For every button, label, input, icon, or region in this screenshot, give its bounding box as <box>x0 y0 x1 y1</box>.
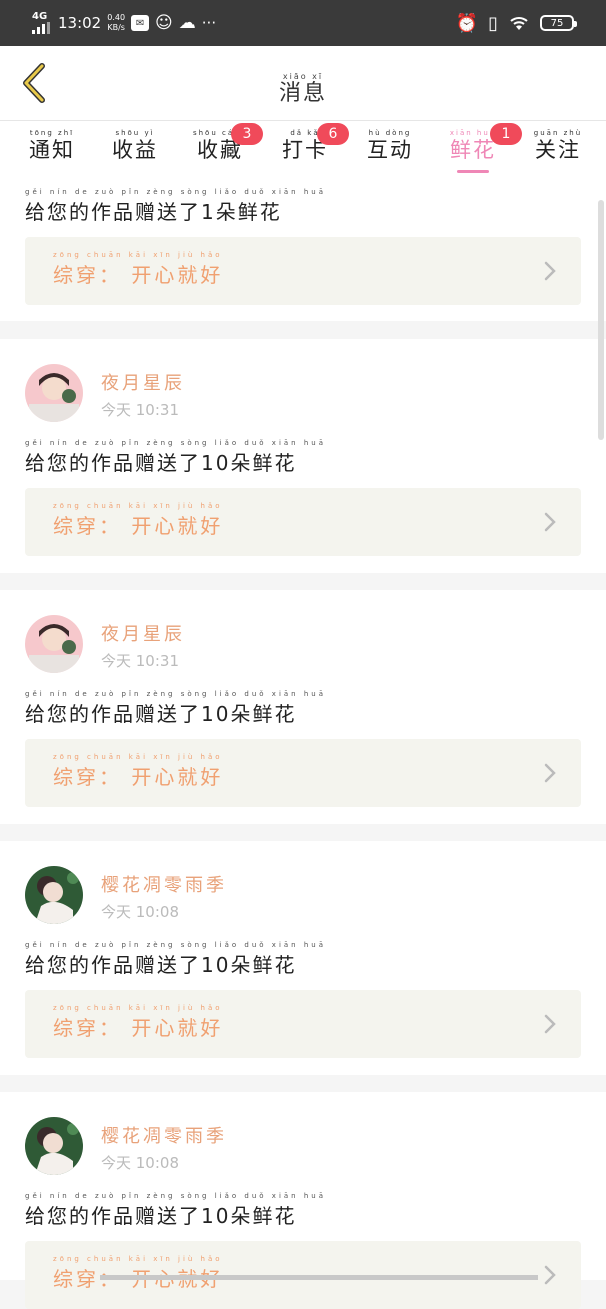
message-time: 今天 10:31 <box>101 401 179 419</box>
tab-favorites[interactable]: shōu cáng 收藏 3 <box>185 123 263 163</box>
scrollbar[interactable] <box>598 200 604 440</box>
network-speed: 0.40 KB/s <box>107 13 126 32</box>
nav-bar: xiāo xī 消息 <box>0 46 606 120</box>
message-app-icon: ✉ <box>131 15 150 31</box>
avatar[interactable] <box>25 364 83 422</box>
badge-favorites: 3 <box>231 123 263 145</box>
tab-checkin[interactable]: dǎ kǎ 打卡 6 <box>270 123 349 163</box>
tab-notifications[interactable]: tōng zhī 通知 <box>17 129 87 163</box>
wifi-icon <box>510 17 528 30</box>
user-name[interactable]: 夜月星辰 <box>101 620 185 646</box>
avatar[interactable] <box>25 866 83 924</box>
chevron-right-icon <box>544 512 556 532</box>
tab-label: 关注 <box>535 138 581 162</box>
chevron-right-icon <box>544 763 556 783</box>
status-right: ⏰ ▯ 75 <box>455 0 577 46</box>
message-text: gěi nín de zuò pǐn zèng sòng liǎo duǒ xi… <box>25 690 327 726</box>
work-title: zōng chuān kāi xīn jiù hǎo 综穿： 开心就好 <box>53 753 224 789</box>
chevron-right-icon <box>544 261 556 281</box>
flower-message-card: gěi nín de zuò pǐn zèng sòng liǎo duǒ xi… <box>0 178 606 321</box>
badge-flowers: 1 <box>490 123 522 145</box>
page-title-pinyin: xiāo xī <box>282 72 324 81</box>
flower-message-card: 樱花凋零雨季 今天 10:08 gěi nín de zuò pǐn zèng … <box>0 1092 606 1309</box>
message-time: 今天 10:31 <box>101 652 179 670</box>
message-text: gěi nín de zuò pǐn zèng sòng liǎo duǒ xi… <box>25 188 327 224</box>
battery-level: 75 <box>550 17 564 29</box>
more-notifications-icon: ··· <box>201 14 217 32</box>
message-text: gěi nín de zuò pǐn zèng sòng liǎo duǒ xi… <box>25 1192 327 1228</box>
cloud-icon: ☁ <box>178 13 196 33</box>
message-tabs: tōng zhī 通知 shōu yì 收益 shōu cáng 收藏 3 dǎ… <box>0 120 606 178</box>
bottom-overlay-strip <box>100 1275 538 1280</box>
work-title: zōng chuān kāi xīn jiù hǎo 综穿： 开心就好 <box>53 1255 223 1291</box>
signal-indicator: 4G <box>32 12 50 34</box>
message-time: 今天 10:08 <box>101 903 179 921</box>
message-time: 今天 10:08 <box>101 1154 179 1172</box>
tab-interaction[interactable]: hù dòng 互动 <box>355 129 425 163</box>
active-tab-indicator <box>457 170 489 173</box>
alarm-icon: ⏰ <box>455 12 479 34</box>
page-title-text: 消息 <box>278 81 327 106</box>
tab-flowers[interactable]: xiān huā 鲜花 1 <box>438 123 522 163</box>
chevron-right-icon <box>544 1265 556 1285</box>
status-left: 4G 13:02 0.40 KB/s ✉ ☺ ☁ ··· <box>32 0 216 46</box>
flower-message-card: 夜月星辰 今天 10:31 gěi nín de zuò pǐn zèng sò… <box>0 339 606 573</box>
tab-label: 通知 <box>29 138 75 162</box>
battery-icon: 75 <box>540 15 577 31</box>
tab-label: 鲜花 <box>450 138 496 162</box>
work-link[interactable]: zōng chuān kāi xīn jiù hǎo 综穿： 开心就好 <box>25 739 581 807</box>
flower-message-card: 樱花凋零雨季 今天 10:08 gěi nín de zuò pǐn zèng … <box>0 841 606 1075</box>
work-title: zōng chuān kāi xīn jiù hǎo 综穿： 开心就好 <box>53 502 224 538</box>
vibrate-icon: ▯ <box>488 12 498 34</box>
work-link[interactable]: zōng chuān kāi xīn jiù hǎo 综穿： 开心就好 <box>25 990 581 1058</box>
tab-earnings[interactable]: shōu yì 收益 <box>100 129 170 163</box>
avatar[interactable] <box>25 615 83 673</box>
user-name[interactable]: 樱花凋零雨季 <box>101 871 227 897</box>
signal-bars-icon <box>32 22 50 34</box>
tab-follows[interactable]: guān zhù 关注 <box>523 129 593 163</box>
badge-checkin: 6 <box>317 123 349 145</box>
user-name[interactable]: 樱花凋零雨季 <box>101 1122 227 1148</box>
clock: 13:02 <box>58 14 102 32</box>
tab-label: 互动 <box>367 138 413 162</box>
work-link[interactable]: zōng chuān kāi xīn jiù hǎo 综穿： 开心就好 <box>25 237 581 305</box>
page-title: xiāo xī 消息 <box>0 64 606 107</box>
qq-icon: ☺ <box>155 13 173 33</box>
work-link[interactable]: zōng chuān kāi xīn jiù hǎo 综穿： 开心就好 <box>25 488 581 556</box>
user-name[interactable]: 夜月星辰 <box>101 369 185 395</box>
avatar[interactable] <box>25 1117 83 1175</box>
message-text: gěi nín de zuò pǐn zèng sòng liǎo duǒ xi… <box>25 439 327 475</box>
work-title: zōng chuān kāi xīn jiù hǎo 综穿： 开心就好 <box>53 251 224 287</box>
chevron-right-icon <box>544 1014 556 1034</box>
tab-label: 收益 <box>112 138 158 162</box>
work-title: zōng chuān kāi xīn jiù hǎo 综穿： 开心就好 <box>53 1004 224 1040</box>
network-type: 4G <box>32 11 48 22</box>
status-bar: 4G 13:02 0.40 KB/s ✉ ☺ ☁ ··· ⏰ ▯ 75 <box>0 0 606 46</box>
flower-message-card: 夜月星辰 今天 10:31 gěi nín de zuò pǐn zèng sò… <box>0 590 606 824</box>
message-text: gěi nín de zuò pǐn zèng sòng liǎo duǒ xi… <box>25 941 327 977</box>
